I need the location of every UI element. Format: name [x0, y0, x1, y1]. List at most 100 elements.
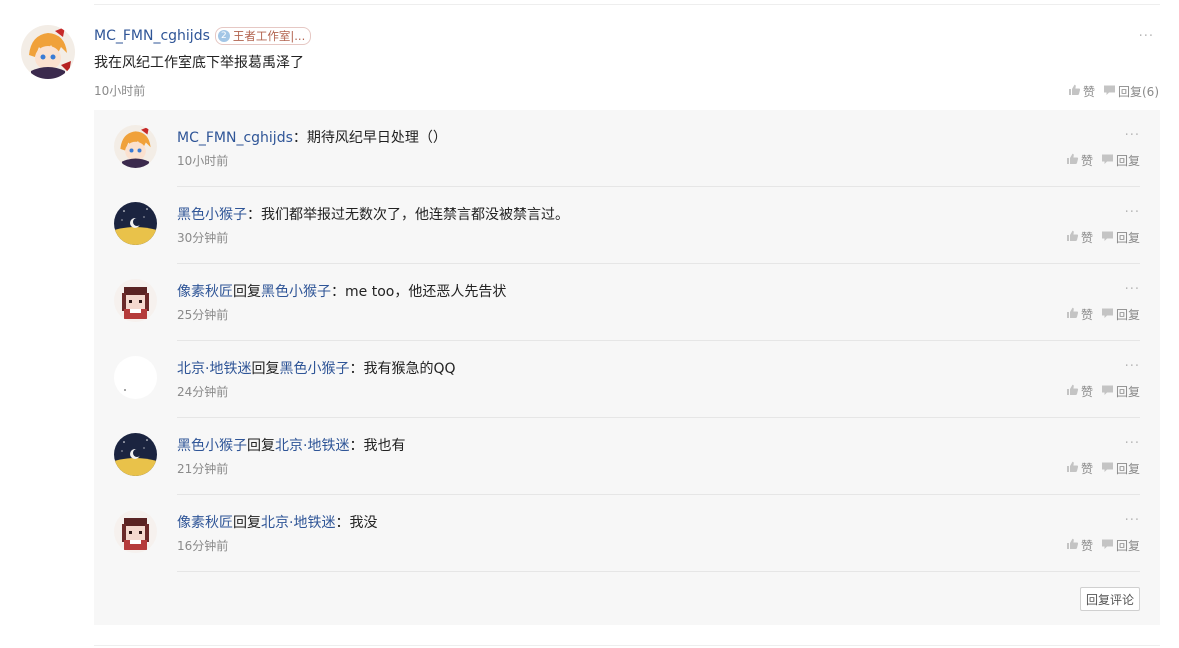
reply-item: MC_FMN_cghijds：期待风纪早日处理（） 10小时前 ··· 赞 回复 — [94, 110, 1160, 187]
comment-icon — [1101, 307, 1114, 322]
reply-colon: ： — [331, 284, 345, 300]
reply-word: 回复 — [251, 361, 280, 377]
reply-item: 黑色小猴子回复北京·地铁迷：我也有 21分钟前 ··· 赞 回复 — [94, 418, 1160, 495]
reply-reply-button[interactable]: 回复 — [1101, 306, 1140, 323]
reply-username[interactable]: 像素秋匠 — [177, 515, 233, 531]
reply-time: 10小时前 — [177, 154, 229, 168]
reply-label: 回复 — [1115, 154, 1140, 168]
like-label: 赞 — [1080, 308, 1093, 322]
main-comment-more-icon[interactable]: ··· — [1139, 30, 1154, 43]
main-comment-time: 10小时前 — [94, 84, 146, 98]
main-comment-avatar[interactable] — [21, 25, 75, 79]
reply-item: 像素秋匠回复北京·地铁迷：我没 16分钟前 ··· 赞 回复 — [94, 495, 1160, 572]
reply-username[interactable]: 北京·地铁迷 — [177, 361, 251, 377]
reply-reply-button[interactable]: 回复 — [1101, 229, 1140, 246]
main-comment-actions: 赞 回复(6) — [1068, 83, 1159, 100]
reply-line: 北京·地铁迷回复黑色小猴子：我有猴急的QQ — [177, 358, 456, 378]
reply-more-icon[interactable]: ··· — [1125, 360, 1140, 373]
reply-more-icon[interactable]: ··· — [1125, 437, 1140, 450]
reply-item: 黑色小猴子：我们都举报过无数次了，他连禁言都没被禁言过。 30分钟前 ··· 赞… — [94, 187, 1160, 264]
main-like-button[interactable]: 赞 — [1068, 83, 1095, 100]
reply-text: 我也有 — [363, 438, 406, 454]
bottom-divider — [94, 645, 1160, 646]
reply-item: 像素秋匠回复黑色小猴子：me too，他还恶人先告状 25分钟前 ··· 赞 回… — [94, 264, 1160, 341]
badge-label: 王者工作室|... — [232, 29, 306, 43]
reply-colon: ： — [349, 438, 364, 454]
like-label: 赞 — [1080, 462, 1093, 476]
reply-count-label: 回复(6) — [1118, 85, 1159, 99]
reply-target-username[interactable]: 黑色小猴子 — [279, 361, 349, 377]
reply-reply-button[interactable]: 回复 — [1101, 537, 1140, 554]
reply-divider — [177, 571, 1140, 572]
reply-word: 回复 — [233, 515, 261, 531]
reply-text: 我们都举报过无数次了，他连禁言都没被禁言过。 — [261, 207, 569, 223]
thumbs-up-icon — [1066, 307, 1079, 322]
reply-target-username[interactable]: 北京·地铁迷 — [261, 515, 335, 531]
reply-like-button[interactable]: 赞 — [1066, 460, 1093, 477]
reply-reply-button[interactable]: 回复 — [1101, 460, 1140, 477]
reply-username[interactable]: 黑色小猴子 — [177, 438, 247, 454]
reply-target-username[interactable]: 黑色小猴子 — [261, 284, 331, 300]
reply-item: 北京·地铁迷回复黑色小猴子：我有猴急的QQ 24分钟前 ··· 赞 回复 — [94, 341, 1160, 418]
comment-icon — [1101, 538, 1114, 553]
reply-reply-button[interactable]: 回复 — [1101, 383, 1140, 400]
reply-avatar[interactable] — [114, 125, 157, 168]
reply-colon: ： — [247, 207, 261, 223]
reply-colon: ： — [349, 361, 364, 377]
reply-line: 像素秋匠回复黑色小猴子：me too，他还恶人先告状 — [177, 281, 506, 301]
reply-avatar[interactable] — [114, 433, 157, 476]
reply-like-button[interactable]: 赞 — [1066, 152, 1093, 169]
reply-actions: 赞 回复 — [1066, 460, 1140, 477]
reply-text: 期待风纪早日处理（） — [306, 130, 447, 146]
thumbs-up-icon — [1068, 84, 1081, 99]
thumbs-up-icon — [1066, 153, 1079, 168]
reply-username[interactable]: 像素秋匠 — [177, 284, 233, 300]
reply-comment-button[interactable]: 回复评论 — [1079, 587, 1140, 611]
main-comment-text: 我在风纪工作室底下举报葛禹泽了 — [94, 55, 304, 71]
reply-line: 像素秋匠回复北京·地铁迷：我没 — [177, 512, 377, 532]
reply-line: MC_FMN_cghijds：期待风纪早日处理（） — [177, 127, 447, 147]
user-badge[interactable]: 2 王者工作室|... — [214, 27, 312, 45]
like-label: 赞 — [1080, 385, 1093, 399]
reply-text: me too，他还恶人先告状 — [345, 284, 507, 300]
reply-word: 回复 — [247, 438, 275, 454]
like-label: 赞 — [1082, 85, 1095, 99]
main-reply-button[interactable]: 回复(6) — [1103, 83, 1159, 100]
reply-actions: 赞 回复 — [1066, 152, 1140, 169]
reply-time: 30分钟前 — [177, 231, 229, 245]
comment-icon — [1101, 153, 1114, 168]
comment-icon — [1103, 84, 1116, 99]
reply-time: 24分钟前 — [177, 385, 229, 399]
reply-more-icon[interactable]: ··· — [1125, 129, 1140, 142]
reply-colon: ： — [292, 130, 307, 146]
reply-label: 回复 — [1115, 308, 1140, 322]
like-label: 赞 — [1080, 231, 1093, 245]
reply-avatar[interactable] — [114, 202, 157, 245]
reply-actions: 赞 回复 — [1066, 537, 1140, 554]
reply-label: 回复 — [1115, 231, 1140, 245]
reply-like-button[interactable]: 赞 — [1066, 383, 1093, 400]
reply-target-username[interactable]: 北京·地铁迷 — [275, 438, 349, 454]
reply-avatar[interactable] — [114, 356, 157, 399]
reply-avatar[interactable] — [114, 510, 157, 553]
reply-more-icon[interactable]: ··· — [1125, 283, 1140, 296]
reply-actions: 赞 回复 — [1066, 306, 1140, 323]
reply-time: 25分钟前 — [177, 308, 229, 322]
reply-reply-button[interactable]: 回复 — [1101, 152, 1140, 169]
reply-more-icon[interactable]: ··· — [1125, 206, 1140, 219]
reply-label: 回复 — [1115, 385, 1140, 399]
top-divider — [94, 4, 1160, 5]
main-comment-username[interactable]: MC_FMN_cghijds — [94, 28, 210, 44]
reply-like-button[interactable]: 赞 — [1066, 537, 1093, 554]
thumbs-up-icon — [1066, 538, 1079, 553]
reply-like-button[interactable]: 赞 — [1066, 306, 1093, 323]
comment-icon — [1101, 384, 1114, 399]
reply-more-icon[interactable]: ··· — [1125, 514, 1140, 527]
thumbs-up-icon — [1066, 384, 1079, 399]
reply-avatar[interactable] — [114, 279, 157, 322]
reply-line: 黑色小猴子回复北京·地铁迷：我也有 — [177, 435, 405, 455]
thumbs-up-icon — [1066, 461, 1079, 476]
reply-like-button[interactable]: 赞 — [1066, 229, 1093, 246]
reply-username[interactable]: MC_FMN_cghijds — [177, 130, 293, 146]
reply-username[interactable]: 黑色小猴子 — [177, 207, 247, 223]
